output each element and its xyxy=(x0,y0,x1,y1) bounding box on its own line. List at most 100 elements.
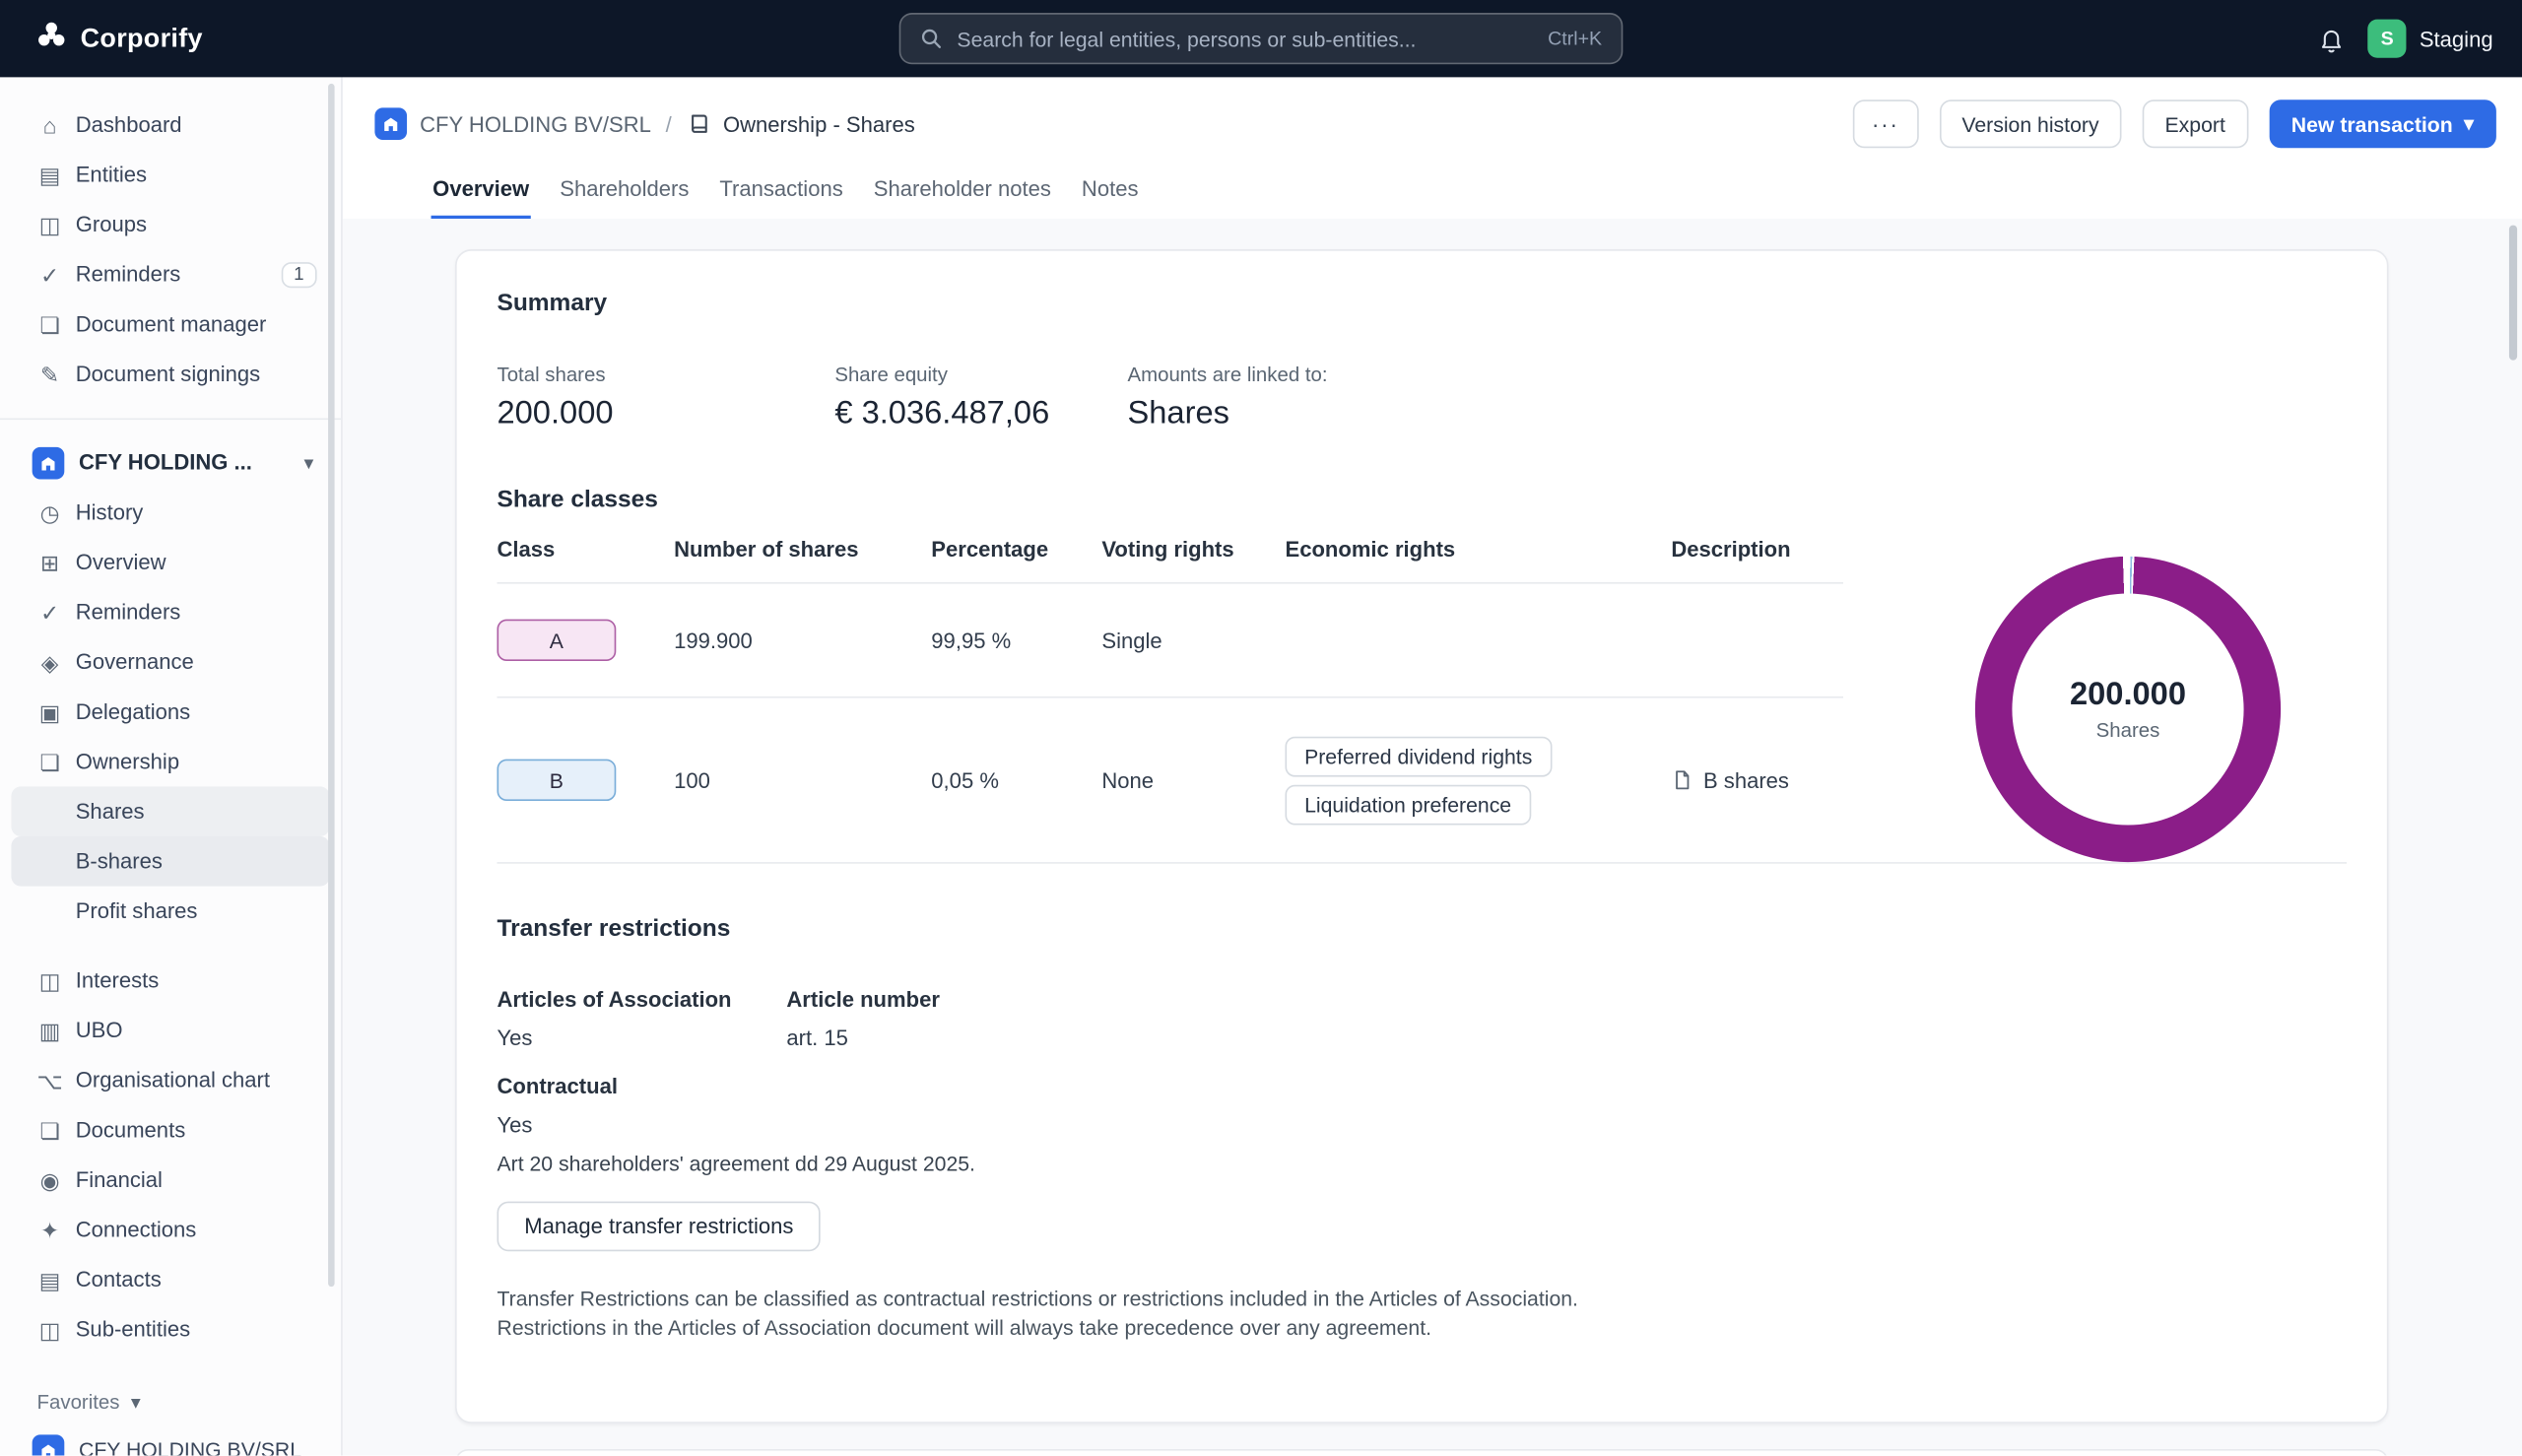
footnote-line: Restrictions in the Articles of Associat… xyxy=(497,1315,1432,1340)
entity-building-icon xyxy=(32,1433,65,1456)
field-label: Amounts are linked to: xyxy=(1127,363,1328,386)
favorite-entity-item[interactable]: CFY HOLDING BV/SRL xyxy=(11,1425,329,1456)
breadcrumb-entity-link[interactable]: CFY HOLDING BV/SRL xyxy=(374,107,651,141)
export-button[interactable]: Export xyxy=(2142,99,2248,149)
sidebar-item-shares[interactable]: Shares xyxy=(11,786,330,836)
sidebar-item-delegations[interactable]: ▣ Delegations xyxy=(11,687,329,737)
entity-selector-label: CFY HOLDING ... xyxy=(78,450,252,475)
transfer-restrictions-fields: Articles of Association Yes Article numb… xyxy=(497,987,2347,1050)
cell-voting-rights: None xyxy=(1101,767,1155,793)
page-actions: ··· Version history Export New transacti… xyxy=(1852,99,2496,149)
tab-transactions[interactable]: Transactions xyxy=(718,177,845,219)
sidebar-item-ubo[interactable]: ▥ UBO xyxy=(11,1005,329,1055)
sidebar-item-interests[interactable]: ◫ Interests xyxy=(11,956,329,1006)
contractual-note: Art 20 shareholders' agreement dd 29 Aug… xyxy=(497,1151,975,1176)
sidebar-label: Documents xyxy=(75,1117,186,1143)
cell-shares: 100 xyxy=(674,767,710,793)
tab-overview[interactable]: Overview xyxy=(431,177,531,220)
history-icon: ◷ xyxy=(39,498,60,526)
donut-unit-label: Shares xyxy=(2095,718,2160,742)
total-shares-field: Total shares 200.000 xyxy=(497,364,834,432)
cell-percentage: 99,95 % xyxy=(931,628,1012,653)
version-history-button[interactable]: Version history xyxy=(1939,99,2122,149)
cell-voting-rights: Single xyxy=(1101,628,1162,653)
sidebar-divider xyxy=(0,418,342,421)
cell-description: B shares xyxy=(1671,768,1843,792)
sidebar-item-organisational-chart[interactable]: ⌥ Organisational chart xyxy=(11,1055,329,1105)
manage-transfer-restrictions-button[interactable]: Manage transfer restrictions xyxy=(497,1201,822,1252)
field-label: Total shares xyxy=(497,363,606,386)
notifications-bell-icon[interactable] xyxy=(2318,25,2346,52)
global-search-input[interactable]: Search for legal entities, persons or su… xyxy=(898,13,1624,65)
new-transaction-button[interactable]: New transaction ▾ xyxy=(2268,99,2496,149)
field-value: Yes xyxy=(497,1112,533,1138)
sidebar-item-documents[interactable]: ❏ Documents xyxy=(11,1105,329,1156)
brand-home-link[interactable]: Corporify xyxy=(35,19,203,59)
breadcrumb-page-label: Ownership - Shares xyxy=(722,111,915,136)
tab-notes[interactable]: Notes xyxy=(1080,177,1140,219)
donut-total-value: 200.000 xyxy=(2069,677,2187,713)
sidebar-item-ownership[interactable]: ❏ Ownership xyxy=(11,737,329,787)
sidebar-label: Dashboard xyxy=(75,112,182,137)
sidebar-item-sub-entities[interactable]: ◫ Sub-entities xyxy=(11,1304,329,1355)
sidebar-item-b-shares[interactable]: B-shares xyxy=(11,835,330,887)
sidebar-item-financial[interactable]: ◉ Financial xyxy=(11,1155,329,1205)
sidebar-item-reminders[interactable]: ✓ Reminders 1 xyxy=(11,249,329,299)
contacts-icon: ▤ xyxy=(38,1266,61,1292)
shares-overview-card: Summary Total shares 200.000 Share equit… xyxy=(455,249,2389,1423)
search-shortcut-hint: Ctrl+K xyxy=(1548,27,1603,50)
book-icon xyxy=(686,111,711,137)
sidebar-item-history[interactable]: ◷ History xyxy=(11,488,329,538)
main-area: CFY HOLDING BV/SRL / Ownership - Shares xyxy=(342,77,2522,1456)
field-value: 200.000 xyxy=(497,395,614,431)
transfer-restrictions-title: Transfer restrictions xyxy=(497,914,731,943)
amounts-linked-field: Amounts are linked to: Shares xyxy=(1127,364,1327,432)
sidebar-item-governance[interactable]: ◈ Governance xyxy=(11,637,329,688)
section-divider xyxy=(497,862,2348,864)
sidebar-item-profit-shares[interactable]: Profit shares xyxy=(11,887,329,937)
sidebar-item-document-manager[interactable]: ❏ Document manager xyxy=(11,299,329,350)
sidebar-scrollbar-thumb[interactable] xyxy=(328,83,335,1288)
sidebar-label: Reminders xyxy=(75,262,181,287)
check-circle-icon: ✓ xyxy=(40,599,60,626)
sidebar-label: Reminders xyxy=(75,599,181,625)
app-shell: ⌂ Dashboard ▤ Entities ◫ Groups ✓ Remind… xyxy=(0,77,2522,1456)
ubo-chart-icon: ▥ xyxy=(38,1017,61,1043)
table-row-class-b[interactable]: B 100 0,05 % None Preferred dividend rig… xyxy=(497,698,1843,863)
breadcrumb-separator: / xyxy=(665,111,672,136)
sidebar-item-groups[interactable]: ◫ Groups xyxy=(11,199,329,249)
ellipsis-icon: ··· xyxy=(1871,110,1899,137)
button-label: New transaction xyxy=(2290,111,2453,136)
main-scrollbar-thumb[interactable] xyxy=(2508,225,2518,361)
sidebar-item-entity-reminders[interactable]: ✓ Reminders xyxy=(11,587,329,637)
summary-fields: Total shares 200.000 Share equity € 3.03… xyxy=(497,364,2347,432)
sidebar-item-overview[interactable]: ⊞ Overview xyxy=(11,537,329,587)
cell-economic-rights: Preferred dividend rights Liquidation pr… xyxy=(1285,735,1671,825)
sidebar-item-contacts[interactable]: ▤ Contacts xyxy=(11,1254,329,1304)
sidebar-label: Interests xyxy=(75,967,160,993)
field-value: € 3.036.487,06 xyxy=(834,395,1050,431)
entity-selector[interactable]: CFY HOLDING ... ▾ xyxy=(11,437,329,488)
field-label: Contractual xyxy=(497,1074,618,1099)
more-actions-button[interactable]: ··· xyxy=(1852,99,1919,149)
articles-of-association-field: Articles of Association Yes xyxy=(497,987,786,1050)
favorites-toggle[interactable]: Favorites ▾ xyxy=(11,1386,329,1419)
sidebar-item-connections[interactable]: ✦ Connections xyxy=(11,1205,329,1255)
share-distribution-donut-chart: 200.000 Shares xyxy=(1974,556,2282,863)
table-header-row: Class Number of shares Percentage Voting… xyxy=(497,537,1844,584)
delegations-icon: ▣ xyxy=(38,698,61,725)
entity-building-icon xyxy=(374,107,408,141)
user-menu[interactable]: S Staging xyxy=(2367,19,2493,58)
breadcrumb-current-page: Ownership - Shares xyxy=(686,111,915,137)
chevron-down-icon: ▾ xyxy=(130,1391,141,1415)
sidebar-item-dashboard[interactable]: ⌂ Dashboard xyxy=(11,99,329,150)
tab-shareholders[interactable]: Shareholders xyxy=(559,177,691,219)
tab-shareholder-notes[interactable]: Shareholder notes xyxy=(872,177,1052,219)
sidebar-item-document-signings[interactable]: ✎ Document signings xyxy=(11,349,329,399)
column-header-voting-rights: Voting rights xyxy=(1101,537,1234,562)
table-row-class-a[interactable]: A 199.900 99,95 % Single xyxy=(497,584,1844,698)
sidebar-item-entities[interactable]: ▤ Entities xyxy=(11,150,329,200)
column-header-class: Class xyxy=(497,537,556,562)
sub-entities-icon: ◫ xyxy=(38,1316,61,1343)
